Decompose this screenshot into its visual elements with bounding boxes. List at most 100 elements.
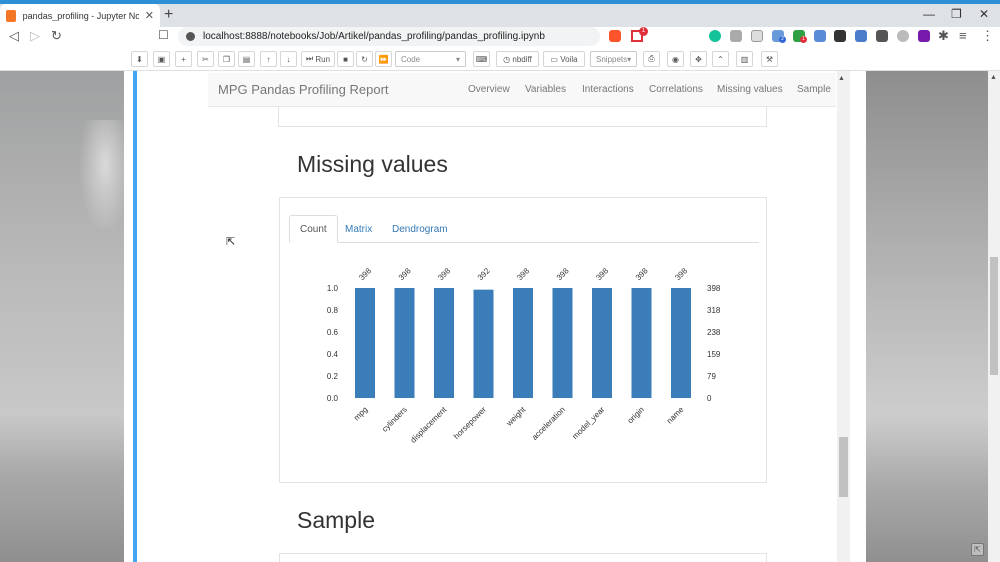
nav-missing-values[interactable]: Missing values	[717, 84, 783, 95]
window-close-icon[interactable]: ✕	[979, 7, 989, 21]
save-icon[interactable]: ▣	[153, 51, 170, 67]
restart-run-all-icon[interactable]: ⏩	[375, 51, 392, 67]
run-icon: ⏭	[305, 54, 314, 63]
back-icon[interactable]: ◁	[9, 28, 19, 44]
paste-icon[interactable]: ▤	[238, 51, 255, 67]
new-tab-icon[interactable]: +	[164, 6, 173, 24]
forward-icon[interactable]: ▷	[30, 28, 40, 44]
browser-menu-icon[interactable]: ⋮	[981, 28, 994, 44]
sample-heading: Sample	[297, 507, 375, 533]
crosshair-icon[interactable]: ✥	[690, 51, 707, 67]
inner-scrollbar-thumb[interactable]	[839, 437, 848, 497]
extension-badge: 2	[779, 36, 786, 43]
playlist-icon[interactable]: ≡	[959, 28, 967, 43]
tab-matrix[interactable]: Matrix	[335, 215, 382, 243]
extension-icon[interactable]	[814, 30, 826, 42]
scroll-up-icon[interactable]: ▲	[990, 74, 997, 81]
cell-type-select[interactable]: Code ▾	[395, 51, 466, 67]
extension-icon[interactable]	[897, 30, 909, 42]
bookmark-icon[interactable]: ☐	[158, 28, 169, 42]
copy-icon[interactable]: ❐	[218, 51, 235, 67]
page-scrollbar-thumb[interactable]	[990, 257, 998, 375]
snippets-select[interactable]: Snippets ▾	[590, 51, 637, 67]
extensions-puzzle-icon[interactable]: ✱	[938, 28, 949, 44]
report-brand[interactable]: MPG Pandas Profiling Report	[218, 82, 389, 97]
jupyter-favicon-icon	[6, 9, 16, 22]
extension-icon[interactable]	[876, 30, 888, 42]
minimize-icon[interactable]: —	[923, 7, 935, 21]
voila-button[interactable]: ▭ Voila	[543, 51, 585, 67]
cut-icon[interactable]: ✂	[197, 51, 214, 67]
reload-icon[interactable]: ↻	[51, 28, 62, 44]
move-down-icon[interactable]: ↓	[280, 51, 297, 67]
url-text: localhost:8888/notebooks/Job/Artikel/pan…	[203, 31, 545, 42]
y-tick-label: 0.6	[327, 328, 339, 337]
wrench-icon[interactable]: ⚒	[761, 51, 778, 67]
mouse-cursor-icon: ⇱	[226, 236, 236, 248]
missing-values-heading: Missing values	[297, 151, 448, 177]
grammarly-icon[interactable]	[709, 30, 721, 42]
category-label: name	[665, 405, 686, 426]
eye-icon[interactable]: ◉	[667, 51, 684, 67]
category-label: origin	[626, 405, 646, 425]
close-tab-icon[interactable]: ✕	[145, 9, 154, 22]
extension-icon[interactable]	[730, 30, 742, 42]
reader-icon[interactable]	[751, 30, 763, 42]
bar-chart-icon[interactable]: ▥	[736, 51, 753, 67]
nbdiff-button[interactable]: ◷ nbdiff	[496, 51, 539, 67]
chevron-up-icon[interactable]: ⌃	[712, 51, 729, 67]
brave-shield-icon[interactable]	[609, 30, 621, 42]
scroll-up-icon[interactable]: ▲	[838, 75, 845, 82]
previous-section-panel	[278, 107, 767, 127]
restore-icon[interactable]: ❐	[951, 7, 962, 21]
keyboard-icon[interactable]: ⌨	[473, 51, 490, 67]
url-field[interactable]: localhost:8888/notebooks/Job/Artikel/pan…	[178, 27, 600, 46]
extension-icon[interactable]	[834, 30, 846, 42]
onenote-icon[interactable]	[918, 30, 930, 42]
bar	[394, 288, 415, 398]
notification-badge: 1	[639, 27, 648, 36]
browser-tab-strip: pandas_profiling - Jupyter Noteb... ✕ + …	[0, 0, 1000, 27]
browser-tab-title: pandas_profiling - Jupyter Noteb...	[22, 10, 139, 21]
bar	[631, 288, 652, 398]
right-tick-label: 238	[707, 328, 721, 337]
cell-type-value: Code	[401, 54, 421, 64]
bar-count-label: 398	[436, 266, 452, 282]
run-button[interactable]: ⏭ Run	[301, 51, 335, 67]
bar	[473, 289, 494, 398]
nav-overview[interactable]: Overview	[468, 84, 510, 95]
save-checkpoint-icon[interactable]: ⬇	[131, 51, 148, 67]
nav-interactions[interactable]: Interactions	[582, 84, 634, 95]
extension-badge: 1	[800, 36, 807, 43]
tab-count[interactable]: Count	[289, 215, 338, 243]
bar	[592, 288, 612, 398]
right-tick-label: 0	[707, 394, 712, 403]
nav-correlations[interactable]: Correlations	[649, 84, 703, 95]
snippets-label: Snippets	[596, 54, 628, 64]
right-tick-label: 159	[707, 350, 721, 359]
nav-variables[interactable]: Variables	[525, 84, 566, 95]
category-label: mpg	[352, 405, 369, 422]
category-label: acceleration	[530, 405, 567, 442]
interrupt-icon[interactable]: ■	[337, 51, 354, 67]
bar-count-label: 398	[673, 266, 689, 282]
print-icon[interactable]: ⎙	[643, 51, 660, 67]
bar-count-label: 392	[476, 266, 492, 282]
picture-in-picture-icon[interactable]: ⇱	[971, 543, 984, 556]
chevron-down-icon: ▾	[455, 54, 460, 64]
browser-tab[interactable]: pandas_profiling - Jupyter Noteb... ✕	[0, 4, 160, 27]
category-label: weight	[504, 405, 528, 429]
insert-cell-icon[interactable]: +	[175, 51, 192, 67]
bar	[355, 288, 375, 398]
y-tick-label: 0.2	[327, 372, 339, 381]
desktop-background-right	[866, 71, 1000, 562]
extension-icon[interactable]	[855, 30, 867, 42]
nav-sample[interactable]: Sample	[797, 84, 831, 95]
move-up-icon[interactable]: ↑	[260, 51, 277, 67]
site-info-icon[interactable]	[186, 32, 195, 41]
tab-dendrogram[interactable]: Dendrogram	[382, 215, 458, 243]
bar-count-label: 398	[594, 266, 610, 282]
bar-count-label: 398	[555, 266, 571, 282]
restart-icon[interactable]: ↻	[356, 51, 373, 67]
y-tick-label: 0.4	[327, 350, 339, 359]
